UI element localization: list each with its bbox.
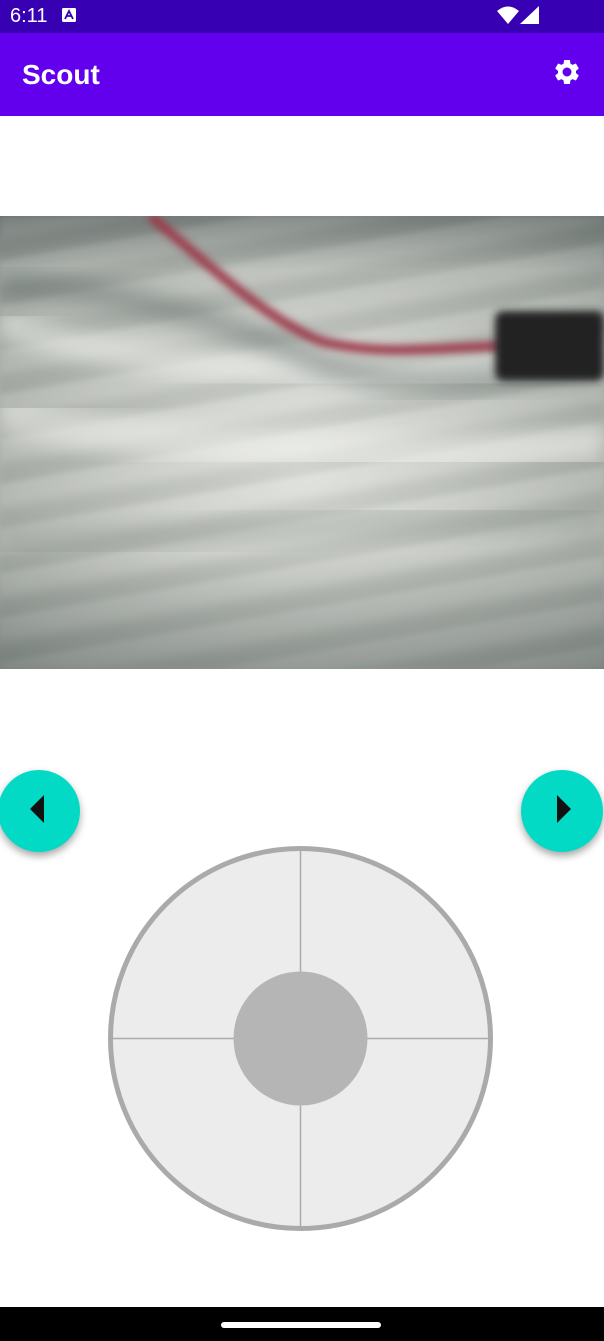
- camera-feed: [0, 216, 604, 669]
- camera-feed-image: [0, 216, 604, 561]
- arrow-left-icon: [24, 792, 54, 831]
- gear-icon: [552, 57, 582, 92]
- home-gesture-handle[interactable]: [221, 1322, 381, 1328]
- joystick-knob[interactable]: [233, 971, 368, 1106]
- a-icon: [62, 8, 76, 22]
- wifi-icon: [497, 6, 519, 24]
- app-title: Scout: [22, 59, 100, 90]
- rotate-right-button[interactable]: [521, 770, 603, 852]
- rotate-left-button[interactable]: [0, 770, 80, 852]
- status-bar: 6:11: [0, 0, 604, 33]
- app-bar: Scout: [0, 33, 604, 116]
- signal-icon: [520, 6, 540, 24]
- scout-screen: 6:11 Scout: [0, 0, 604, 1341]
- arrow-right-icon: [547, 792, 577, 831]
- joystick[interactable]: [108, 846, 493, 1231]
- status-time: 6:11: [10, 5, 48, 27]
- navigation-bar: [0, 1307, 604, 1341]
- settings-button[interactable]: [546, 53, 588, 95]
